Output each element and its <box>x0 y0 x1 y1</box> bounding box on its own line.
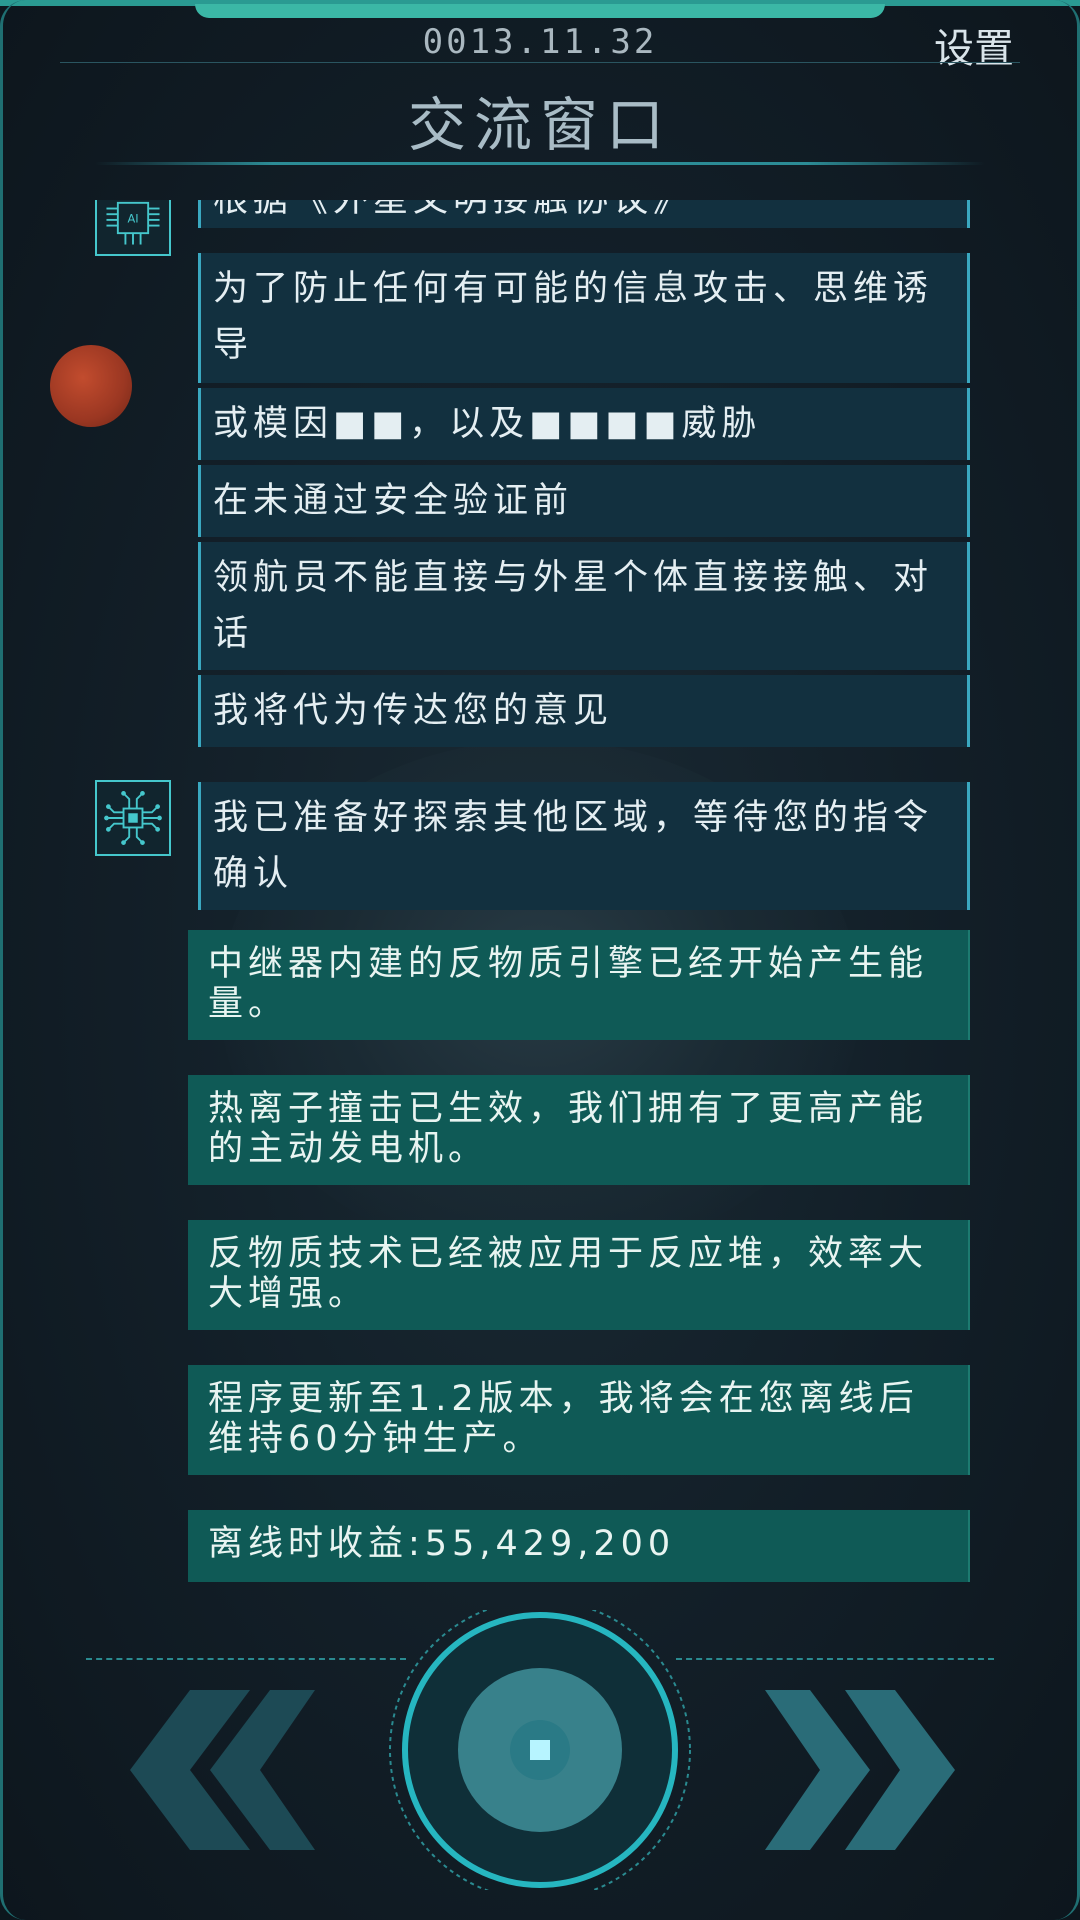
system-message: 反物质技术已经被应用于反应堆，效率大大增强。 <box>188 1220 970 1330</box>
svg-text:AI: AI <box>127 212 138 226</box>
circuit-chip-avatar-icon <box>95 780 171 856</box>
ai-message: 为了防止任何有可能的信息攻击、思维诱导 <box>198 253 970 383</box>
game-screen: 0013.11.32 设置 交流窗口 AI 根据《外星文明接触协议》 为了防止任… <box>0 0 1080 1920</box>
top-accent-bar <box>195 4 885 18</box>
ai-message: 领航员不能直接与外星个体直接接触、对话 <box>198 542 970 670</box>
title-underline <box>95 162 985 165</box>
double-chevron-right-icon[interactable] <box>760 1690 980 1850</box>
ai-chip-avatar-icon: AI <box>95 200 171 256</box>
chat-log[interactable]: AI 根据《外星文明接触协议》 为了防止任何有可能的信息攻击、思维诱导 或模因■… <box>0 200 1080 1590</box>
ai-message: 在未通过安全验证前 <box>198 465 970 537</box>
header-divider <box>60 62 1020 63</box>
system-message: 程序更新至1.2版本，我将会在您离线后维持60分钟生产。 <box>188 1365 970 1475</box>
double-chevron-left-icon[interactable] <box>100 1690 320 1850</box>
stop-button-icon[interactable] <box>380 1610 700 1890</box>
ai-message: 我将代为传达您的意见 <box>198 675 970 747</box>
system-message: 热离子撞击已生效，我们拥有了更高产能的主动发电机。 <box>188 1075 970 1185</box>
page-title: 交流窗口 <box>407 91 672 159</box>
ai-message: 或模因■■，以及■■■■威胁 <box>198 388 970 460</box>
game-date: 0013.11.32 <box>422 22 658 62</box>
control-divider-left <box>86 1658 406 1660</box>
settings-button[interactable]: 设置 <box>934 16 1014 74</box>
planet-icon <box>50 345 132 427</box>
chip-message: 我已准备好探索其他区域，等待您的指令确认 <box>198 782 970 910</box>
ai-message-partial: 根据《外星文明接触协议》 <box>198 200 970 228</box>
offline-earnings-message: 离线时收益:55,429,200 <box>188 1510 970 1582</box>
system-message: 中继器内建的反物质引擎已经开始产生能量。 <box>188 930 970 1040</box>
control-divider-right <box>676 1658 994 1660</box>
